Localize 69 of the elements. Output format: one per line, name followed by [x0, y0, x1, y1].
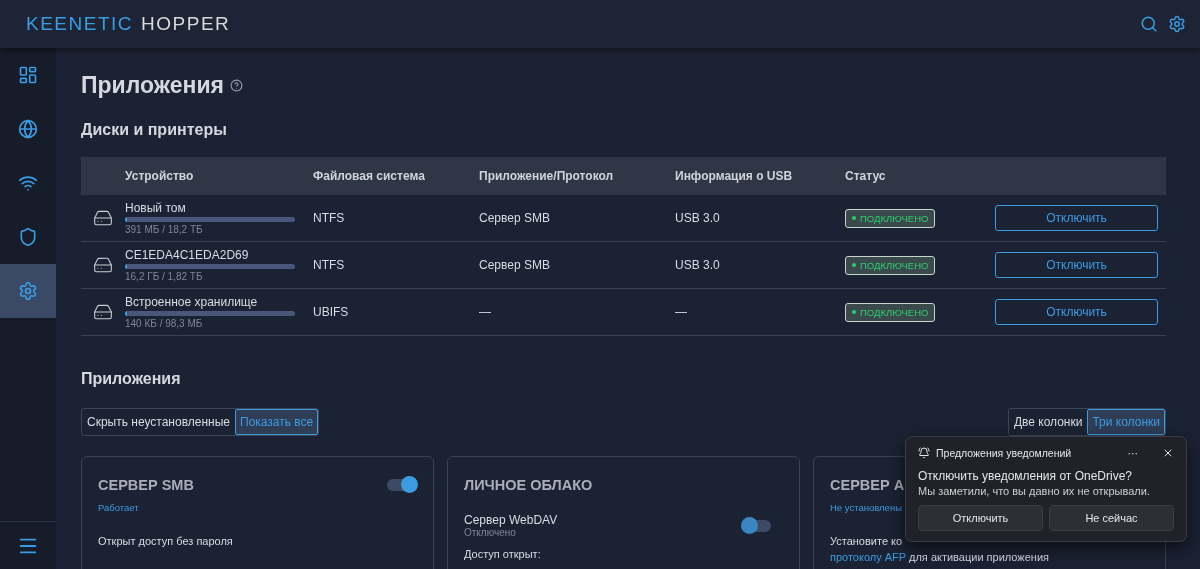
filter-tab[interactable]: Скрыть неустановленные [82, 409, 235, 435]
column-header: Устройство [125, 169, 194, 183]
usage-text: 140 КБ / 98,3 МБ [125, 318, 203, 329]
card-text: Установите ко [830, 535, 903, 547]
shield-icon [18, 227, 38, 247]
card-text: Открыт доступ без пароля [98, 535, 233, 547]
status-badge: ПОДКЛЮЧЕНО [845, 302, 936, 322]
device-name: CE1EDA4C1EDA2D69 [125, 248, 249, 262]
card-title: ЛИЧНОЕ ОБЛАКО [464, 477, 593, 493]
more-button[interactable]: ··· [1127, 447, 1138, 459]
notification-heading: Отключить уведомления от OneDrive? [918, 469, 1133, 483]
card-status: Не установлены [830, 502, 902, 513]
page-title: Приложения [81, 72, 225, 99]
card-status: Работает [98, 502, 139, 513]
disconnect-button[interactable]: Отключить [995, 252, 1158, 278]
notification-button[interactable]: Не сейчас [1049, 505, 1174, 531]
help-icon[interactable] [230, 79, 244, 92]
disconnect-button[interactable]: Отключить [995, 205, 1158, 231]
device-name: Встроенное хранилище [125, 295, 258, 309]
toggle-switch[interactable] [741, 519, 771, 532]
table-cell: NTFS [313, 258, 345, 272]
table-cell: USB 3.0 [675, 211, 720, 225]
device-name: Новый том [125, 201, 186, 215]
logo-text: KEENETIC [26, 13, 134, 35]
card-text: Доступ открыт: [464, 548, 541, 560]
drive-icon [93, 255, 113, 275]
settings-icon [18, 281, 38, 301]
table-cell: Сервер SMB [479, 258, 550, 272]
section-title: Приложения [81, 370, 182, 388]
column-header: Статус [845, 169, 886, 183]
close-icon[interactable] [1162, 447, 1174, 459]
table-cell: UBIFS [313, 305, 349, 319]
card-text: протоколу AFP для активации приложения [830, 551, 1049, 563]
notification-body: Мы заметили, что вы давно их не открывали. [918, 485, 1151, 497]
card-title: СЕРВЕР SMB [98, 477, 194, 493]
disconnect-button[interactable]: Отключить [995, 299, 1158, 325]
layout-tab[interactable]: Две колонки [1008, 409, 1088, 435]
section-title: Диски и принтеры [81, 121, 228, 139]
settings-icon[interactable] [1168, 15, 1186, 33]
setting-label: Сервер WebDAV [464, 513, 558, 527]
filter-tab[interactable]: Показать все [235, 409, 319, 435]
table-cell: NTFS [313, 211, 345, 225]
column-header: Файловая система [313, 169, 425, 183]
card-title: СЕРВЕР А [830, 477, 905, 493]
layout-tab[interactable]: Три колонки [1087, 409, 1165, 435]
table-cell: USB 3.0 [675, 258, 720, 272]
status-badge: ПОДКЛЮЧЕНО [845, 208, 936, 228]
drive-icon [93, 302, 113, 322]
column-header: Информация о USB [675, 169, 793, 183]
status-badge: ПОДКЛЮЧЕНО [845, 255, 936, 275]
search-icon[interactable] [1140, 15, 1158, 33]
wifi-icon [18, 173, 38, 193]
drive-icon [93, 208, 113, 228]
notification-title: Предложения уведомлений [936, 447, 1072, 459]
table-cell: Сервер SMB [479, 211, 550, 225]
usage-text: 16,2 ГБ / 1,82 ТБ [125, 271, 203, 282]
sidebar-item[interactable] [0, 264, 56, 318]
globe-icon [18, 119, 38, 139]
table-cell: — [479, 305, 491, 319]
table-cell: — [675, 305, 687, 319]
setting-status: Отключено [464, 527, 517, 538]
toggle-switch[interactable] [387, 479, 417, 491]
afp-link[interactable]: протоколу AFP [830, 551, 906, 563]
logo-text: HOPPER [141, 13, 231, 35]
column-header: Приложение/Протокол [479, 169, 614, 183]
dashboard-icon [18, 65, 38, 85]
usage-text: 391 МБ / 18,2 ТБ [125, 224, 203, 235]
notification-button[interactable]: Отключить [918, 505, 1043, 531]
bell-icon [918, 447, 930, 459]
